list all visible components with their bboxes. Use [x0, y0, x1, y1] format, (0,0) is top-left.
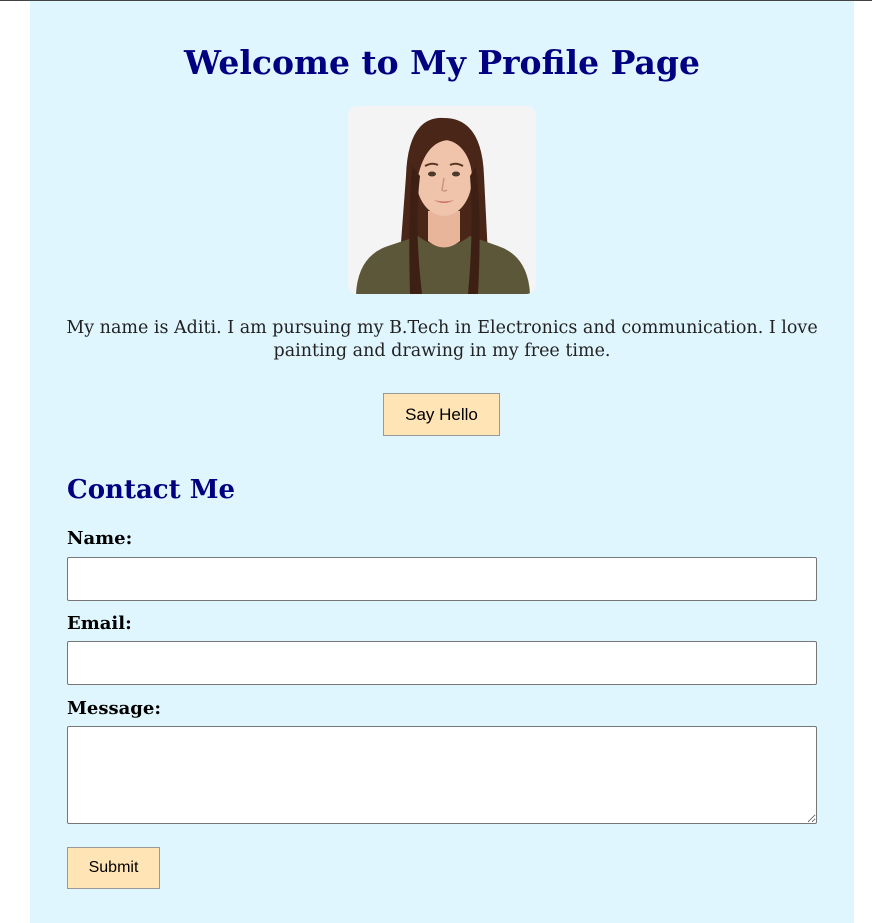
message-label: Message:: [67, 698, 161, 719]
contact-heading: Contact Me: [67, 475, 236, 505]
email-label: Email:: [67, 613, 132, 634]
email-field[interactable]: [67, 641, 817, 685]
name-label: Name:: [67, 528, 133, 549]
submit-button[interactable]: Submit: [67, 847, 160, 889]
bio-text: My name is Aditi. I am pursuing my B.Tec…: [66, 318, 818, 361]
profile-page-panel: Welcome to My Profile Page My name is Ad…: [30, 1, 854, 923]
page-title: Welcome to My Profile Page: [184, 43, 700, 82]
message-field[interactable]: [67, 726, 817, 824]
name-field[interactable]: [67, 557, 817, 601]
say-hello-button[interactable]: Say Hello: [383, 393, 500, 436]
profile-photo: [348, 106, 536, 294]
profile-photo-image: [348, 106, 536, 294]
